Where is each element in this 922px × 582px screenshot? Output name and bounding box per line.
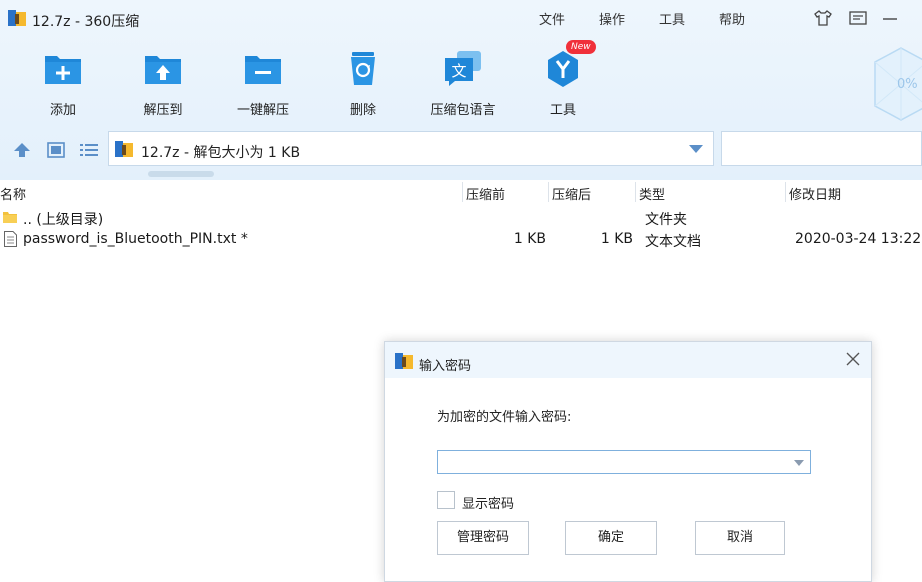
column-divider[interactable] [548, 182, 549, 202]
column-header [0, 180, 922, 204]
navigate-up-icon[interactable] [12, 141, 32, 159]
search-input[interactable] [721, 131, 922, 166]
toolbar-add-label: 添加 [49, 103, 76, 118]
archive-icon [115, 141, 133, 157]
column-type[interactable]: 类型 [639, 184, 665, 203]
menu-help[interactable]: 帮助 [719, 9, 745, 28]
file-modified: 2020-03-24 13:22 [795, 231, 922, 247]
password-dropdown-arrow-icon[interactable] [794, 460, 804, 466]
file-size-before: 1 KB [513, 231, 546, 247]
cancel-button[interactable]: 取消 [695, 521, 785, 555]
column-size-after[interactable]: 压缩后 [552, 184, 591, 203]
minimize-icon[interactable] [880, 8, 900, 28]
feedback-icon[interactable] [848, 8, 868, 28]
column-modified[interactable]: 修改日期 [789, 184, 841, 203]
menu-operation[interactable]: 操作 [599, 9, 625, 28]
table-row[interactable] [0, 207, 922, 229]
menu-tools[interactable]: 工具 [659, 9, 685, 28]
toolbar-tools-button[interactable]: 工具 [528, 48, 598, 118]
folder-icon [3, 212, 17, 223]
add-folder-icon [45, 56, 81, 84]
toolbar-one-click-extract-label: 一键解压 [236, 103, 289, 118]
menu-file[interactable]: 文件 [539, 9, 565, 28]
toolbar-delete-label: 删除 [349, 103, 376, 118]
close-icon[interactable] [845, 351, 861, 367]
column-name[interactable]: 名称 [0, 184, 26, 203]
toolbar-language-button[interactable]: 文 压缩包语言 [428, 48, 498, 118]
toolbar-delete-button[interactable]: 删除 [328, 48, 398, 118]
column-divider[interactable] [785, 182, 786, 202]
app-logo-icon [8, 10, 26, 26]
password-dialog: 输入密码 为加密的文件输入密码: 显示密码 管理密码 确定 取消 [384, 341, 872, 582]
manage-password-button[interactable]: 管理密码 [437, 521, 529, 555]
file-type: 文本文档 [645, 234, 701, 250]
password-prompt: 为加密的文件输入密码: [437, 410, 572, 425]
toolbar-extract-to-button[interactable]: 解压到 [128, 48, 198, 118]
skin-shirt-icon[interactable] [813, 8, 833, 28]
file-name: password_is_Bluetooth_PIN.txt * [23, 231, 248, 247]
ok-button[interactable]: 确定 [565, 521, 657, 555]
password-input[interactable] [437, 450, 811, 474]
new-badge: New [566, 40, 596, 54]
show-password-checkbox[interactable] [437, 491, 455, 509]
toolbar-one-click-extract-button[interactable]: 一键解压 [228, 48, 298, 118]
toolbar-add-button[interactable]: 添加 [28, 48, 98, 118]
window-title: 12.7z - 360压缩 [32, 14, 140, 30]
thumbnail-view-icon[interactable] [46, 141, 66, 159]
toolbar-extract-to-label: 解压到 [143, 103, 183, 118]
language-icon: 文 [445, 51, 481, 86]
column-size-before[interactable]: 压缩前 [466, 184, 505, 203]
horizontal-scrollbar[interactable] [148, 171, 214, 177]
extract-to-icon [145, 56, 181, 84]
recycle-bin-icon [351, 52, 375, 85]
file-size-after: 1 KB [600, 231, 633, 247]
address-dropdown-arrow-icon[interactable] [689, 145, 703, 153]
column-divider[interactable] [635, 182, 636, 202]
file-type: 文件夹 [645, 212, 687, 228]
dialog-title: 输入密码 [419, 359, 472, 374]
show-password-label[interactable]: 显示密码 [462, 493, 514, 512]
svg-text:文: 文 [451, 62, 466, 80]
address-bar[interactable]: 12.7z - 解包大小为 1 KB [108, 131, 714, 166]
gem-percent: 0% [897, 77, 918, 92]
file-name: .. (上级目录) [23, 212, 104, 228]
toolbar-language-label: 压缩包语言 [430, 103, 496, 118]
list-view-icon[interactable] [79, 141, 99, 159]
one-click-extract-icon [245, 56, 281, 84]
toolbar-tools-label: 工具 [549, 103, 576, 118]
app-logo-icon [395, 353, 413, 369]
column-divider[interactable] [462, 182, 463, 202]
address-path: 12.7z - 解包大小为 1 KB [141, 145, 301, 161]
tools-icon [548, 51, 578, 87]
text-file-icon [4, 231, 17, 247]
